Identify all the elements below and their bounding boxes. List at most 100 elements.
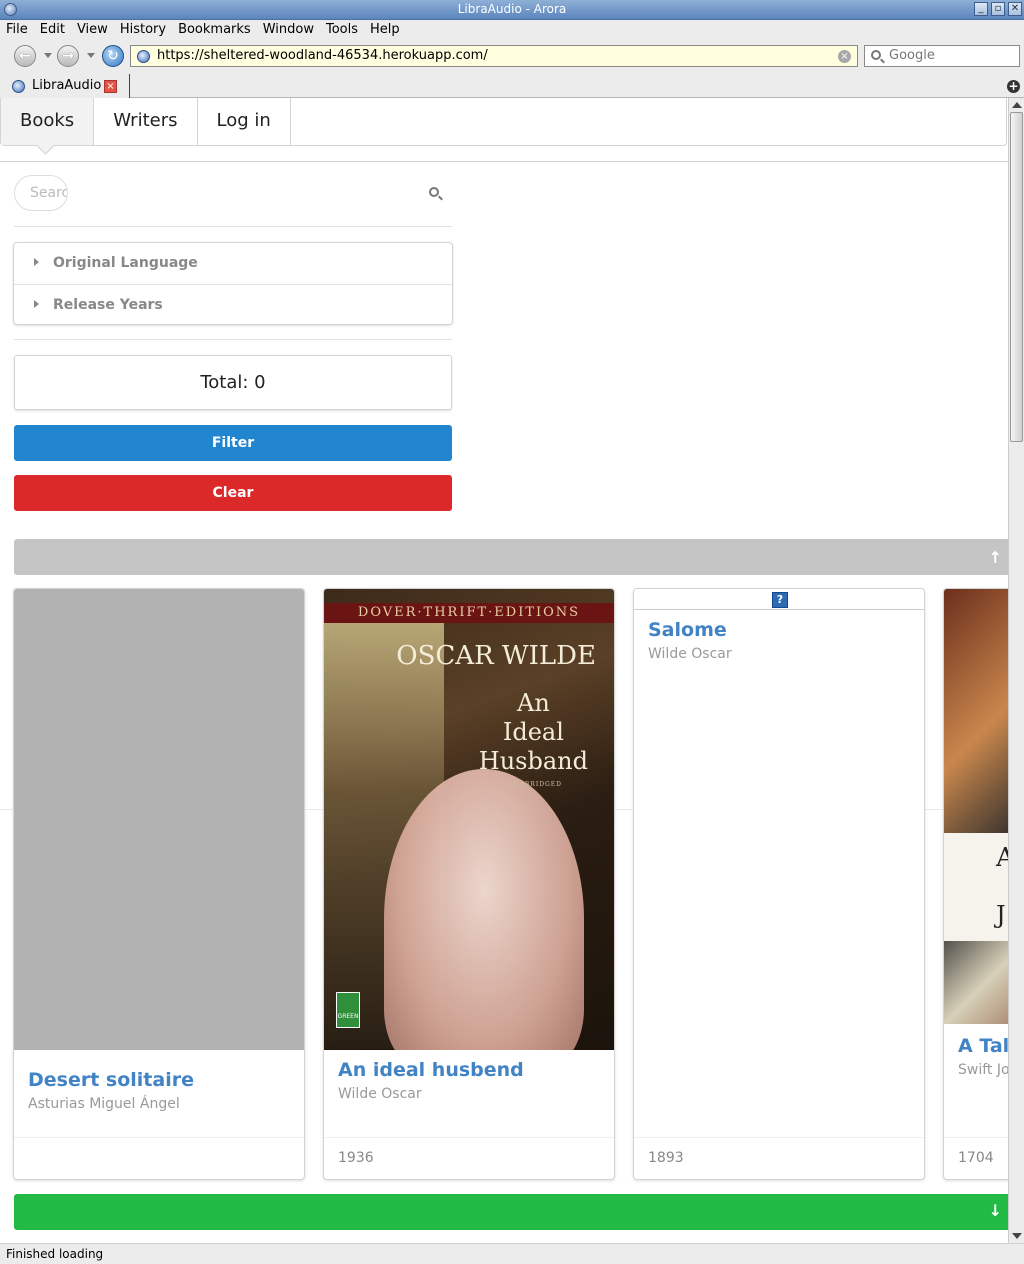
scroll-up-arrow-icon[interactable] <box>1012 102 1022 108</box>
book-year <box>14 1137 304 1179</box>
address-text: https://sheltered-woodland-46534.herokua… <box>157 48 488 63</box>
book-card[interactable]: DOVER·THRIFT·EDITIONS OSCAR WILDE An Ide… <box>323 588 615 1180</box>
reload-button[interactable]: ↻ <box>102 45 124 67</box>
book-year: 1893 <box>634 1137 924 1179</box>
cover-unabridged: UNABRIDGED <box>507 781 562 788</box>
book-card[interactable]: A J A Tal Swift Jo 1704 <box>943 588 1008 1180</box>
book-title[interactable]: Desert solitaire <box>28 1069 290 1091</box>
accordion-label: Original Language <box>53 255 198 271</box>
browser-window: LibraAudio - Arora _ ▫ ✕ File Edit View … <box>0 0 1024 1264</box>
menu-history[interactable]: History <box>114 20 172 40</box>
book-search: Searc <box>14 175 452 213</box>
cover-title-line: Ideal <box>502 718 564 746</box>
book-author: Swift Jo <box>958 1062 1008 1078</box>
title-bar: LibraAudio - Arora _ ▫ ✕ <box>0 0 1024 20</box>
scroll-down-arrow-icon[interactable] <box>1012 1233 1022 1239</box>
address-bar[interactable]: https://sheltered-woodland-46534.herokua… <box>130 45 858 67</box>
nav-login[interactable]: Log in <box>198 98 291 145</box>
clear-address-icon[interactable]: × <box>838 50 851 63</box>
app-icon <box>4 3 17 16</box>
caret-right-icon <box>34 300 39 308</box>
back-button[interactable]: ← <box>14 45 36 67</box>
filter-button[interactable]: Filter <box>14 425 452 461</box>
vertical-scrollbar[interactable] <box>1008 98 1024 1243</box>
maximize-button[interactable]: ▫ <box>991 2 1005 16</box>
card-content: Desert solitaire Asturias Miguel Ángel <box>28 1069 290 1112</box>
book-year: 1936 <box>324 1137 614 1179</box>
book-year: 1704 <box>944 1137 1008 1179</box>
arrow-up-icon: ↑ <box>988 548 1002 567</box>
divider <box>14 226 452 227</box>
menu-file[interactable]: File <box>0 20 34 40</box>
cover-painting <box>384 769 584 1050</box>
broken-image-icon: ? <box>772 592 788 608</box>
menu-edit[interactable]: Edit <box>34 20 71 40</box>
arrow-down-icon: ↓ <box>988 1201 1002 1220</box>
menu-help[interactable]: Help <box>364 20 406 40</box>
menu-view[interactable]: View <box>71 20 114 40</box>
cover-letter: A <box>996 843 1008 873</box>
card-content: Salome Wilde Oscar <box>648 619 910 662</box>
book-title[interactable]: An ideal husbend <box>338 1059 600 1081</box>
back-history-dropdown[interactable] <box>44 53 52 58</box>
menu-window[interactable]: Window <box>257 20 320 40</box>
book-author: Wilde Oscar <box>648 646 732 662</box>
book-card[interactable]: Desert solitaire Asturias Miguel Ángel <box>13 588 305 1180</box>
book-author: Asturias Miguel Ángel <box>28 1096 180 1112</box>
nav-books[interactable]: Books <box>1 98 95 145</box>
new-tab-icon[interactable]: + <box>1007 80 1020 93</box>
nav-writers[interactable]: Writers <box>94 98 198 145</box>
book-cover-placeholder <box>14 589 304 1050</box>
forward-button[interactable]: → <box>57 45 79 67</box>
cover-band: DOVER·THRIFT·EDITIONS <box>324 603 614 623</box>
divider <box>14 339 452 340</box>
cover-title: An Ideal Husband <box>479 689 588 776</box>
globe-icon <box>137 50 150 63</box>
reload-icon: ↻ <box>107 48 119 64</box>
close-button[interactable]: ✕ <box>1008 2 1022 16</box>
book-title[interactable]: Salome <box>648 619 910 641</box>
book-cover-image: A J <box>944 589 1008 1024</box>
search-icon <box>429 187 439 197</box>
total-count: Total: 0 <box>14 355 452 410</box>
menu-tools[interactable]: Tools <box>320 20 364 40</box>
book-card[interactable]: ? Salome Wilde Oscar 1893 <box>633 588 925 1180</box>
card-content: A Tal Swift Jo <box>958 1035 1008 1078</box>
window-title: LibraAudio - Arora <box>457 2 567 16</box>
search-icon <box>871 50 881 60</box>
menu-bar: File Edit View History Bookmarks Window … <box>0 20 1024 40</box>
green-edition-badge: GREEN EDITION <box>336 992 360 1028</box>
scroll-up-bar[interactable]: ↑ <box>14 539 1008 575</box>
book-author: Wilde Oscar <box>338 1086 422 1102</box>
page-viewport: Books Writers Log in Searc Original Lang… <box>0 98 1008 1243</box>
book-search-input[interactable]: Searc <box>14 175 68 211</box>
menu-bookmarks[interactable]: Bookmarks <box>172 20 257 40</box>
filter-accordion: Original Language Release Years <box>13 242 453 325</box>
accordion-release-years[interactable]: Release Years <box>14 284 452 325</box>
book-cover-image: DOVER·THRIFT·EDITIONS OSCAR WILDE An Ide… <box>324 589 614 1050</box>
tab-label: LibraAudio <box>32 78 102 93</box>
cover-title-line: Husband <box>478 747 588 775</box>
forward-history-dropdown[interactable] <box>87 53 95 58</box>
divider <box>634 609 924 610</box>
close-tab-icon[interactable]: × <box>104 80 117 93</box>
window-controls: _ ▫ ✕ <box>974 2 1022 16</box>
arrow-left-icon: ← <box>19 48 31 64</box>
cover-title-line: An <box>517 689 550 717</box>
tab-libraaudio[interactable]: LibraAudio × <box>0 74 130 98</box>
scroll-down-bar[interactable]: ↓ <box>14 1194 1008 1230</box>
site-menu: Books Writers Log in <box>0 98 1007 146</box>
cover-letter: J <box>996 901 1006 929</box>
cover-author: OSCAR WILDE <box>396 641 596 671</box>
accordion-original-language[interactable]: Original Language <box>14 243 452 284</box>
web-search-input[interactable]: Google <box>864 45 1020 67</box>
accordion-label: Release Years <box>53 297 163 313</box>
tab-bar: LibraAudio × + <box>0 72 1024 98</box>
caret-right-icon <box>34 258 39 266</box>
globe-icon <box>12 80 25 93</box>
minimize-button[interactable]: _ <box>974 2 988 16</box>
scrollbar-thumb[interactable] <box>1010 112 1023 442</box>
clear-button[interactable]: Clear <box>14 475 452 511</box>
status-bar: Finished loading <box>0 1243 1024 1264</box>
book-title[interactable]: A Tal <box>958 1035 1008 1057</box>
